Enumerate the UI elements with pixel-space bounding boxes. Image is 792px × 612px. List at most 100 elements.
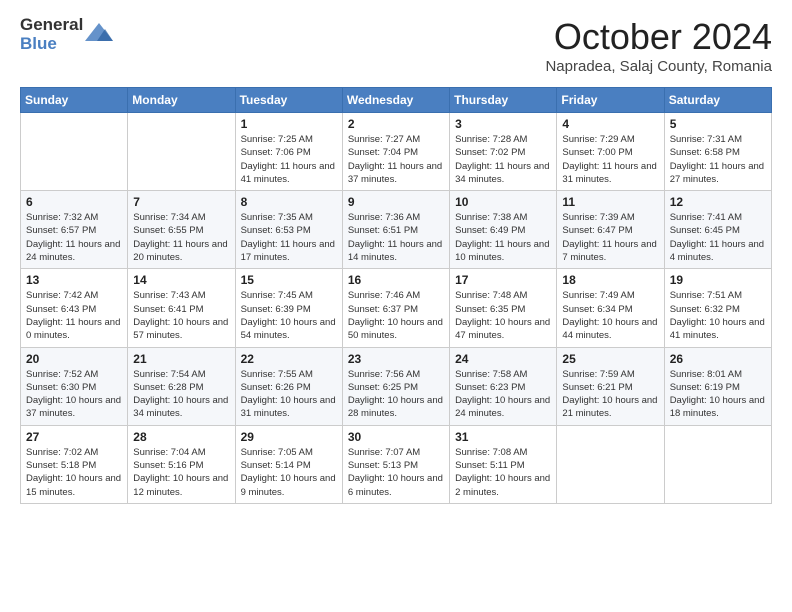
day-number: 24 xyxy=(455,352,551,366)
calendar-cell: 22Sunrise: 7:55 AM Sunset: 6:26 PM Dayli… xyxy=(235,347,342,425)
calendar-cell: 16Sunrise: 7:46 AM Sunset: 6:37 PM Dayli… xyxy=(342,269,449,347)
calendar-week-5: 27Sunrise: 7:02 AM Sunset: 5:18 PM Dayli… xyxy=(21,425,772,503)
day-info: Sunrise: 7:05 AM Sunset: 5:14 PM Dayligh… xyxy=(241,446,337,499)
day-number: 30 xyxy=(348,430,444,444)
day-info: Sunrise: 7:41 AM Sunset: 6:45 PM Dayligh… xyxy=(670,211,766,264)
day-number: 19 xyxy=(670,273,766,287)
day-info: Sunrise: 7:08 AM Sunset: 5:11 PM Dayligh… xyxy=(455,446,551,499)
calendar-cell: 1 Sunrise: 7:25 AM Sunset: 7:06 PM Daylig… xyxy=(235,113,342,191)
calendar-cell: 27Sunrise: 7:02 AM Sunset: 5:18 PM Dayli… xyxy=(21,425,128,503)
day-number: 9 xyxy=(348,195,444,209)
day-number: 21 xyxy=(133,352,229,366)
calendar-cell: 14 Sunrise: 7:43 AM Sunset: 6:41 PM Dayli… xyxy=(128,269,235,347)
calendar-cell: 17 Sunrise: 7:48 AM Sunset: 6:35 PM Dayli… xyxy=(450,269,557,347)
calendar-cell xyxy=(557,425,664,503)
day-header-thursday: Thursday xyxy=(450,88,557,113)
calendar-cell: 21 Sunrise: 7:54 AM Sunset: 6:28 PM Dayli… xyxy=(128,347,235,425)
day-number: 1 xyxy=(241,117,337,131)
day-number: 27 xyxy=(26,430,122,444)
day-number: 26 xyxy=(670,352,766,366)
day-header-wednesday: Wednesday xyxy=(342,88,449,113)
day-number: 17 xyxy=(455,273,551,287)
page-header: General Blue October 2024 Napradea, Sala… xyxy=(20,16,772,75)
calendar-cell: 6 Sunrise: 7:32 AM Sunset: 6:57 PM Daylig… xyxy=(21,191,128,269)
day-info: Sunrise: 7:25 AM Sunset: 7:06 PM Dayligh… xyxy=(241,133,337,186)
day-header-monday: Monday xyxy=(128,88,235,113)
day-number: 18 xyxy=(562,273,658,287)
calendar-cell: 31Sunrise: 7:08 AM Sunset: 5:11 PM Dayli… xyxy=(450,425,557,503)
day-info: Sunrise: 7:51 AM Sunset: 6:32 PM Dayligh… xyxy=(670,289,766,342)
day-info: Sunrise: 7:34 AM Sunset: 6:55 PM Dayligh… xyxy=(133,211,229,264)
day-number: 15 xyxy=(241,273,337,287)
title-area: October 2024 Napradea, Salaj County, Rom… xyxy=(545,16,772,75)
calendar-cell: 25 Sunrise: 7:59 AM Sunset: 6:21 PM Dayli… xyxy=(557,347,664,425)
calendar-cell: 11Sunrise: 7:39 AM Sunset: 6:47 PM Dayli… xyxy=(557,191,664,269)
day-info: Sunrise: 7:04 AM Sunset: 5:16 PM Dayligh… xyxy=(133,446,229,499)
day-number: 8 xyxy=(241,195,337,209)
day-info: Sunrise: 7:29 AM Sunset: 7:00 PM Dayligh… xyxy=(562,133,658,186)
calendar-cell: 29Sunrise: 7:05 AM Sunset: 5:14 PM Dayli… xyxy=(235,425,342,503)
day-info: Sunrise: 7:59 AM Sunset: 6:21 PM Dayligh… xyxy=(562,368,658,421)
calendar-cell: 9 Sunrise: 7:36 AM Sunset: 6:51 PM Daylig… xyxy=(342,191,449,269)
calendar-cell: 28Sunrise: 7:04 AM Sunset: 5:16 PM Dayli… xyxy=(128,425,235,503)
logo-text: General Blue xyxy=(20,16,83,53)
day-info: Sunrise: 7:32 AM Sunset: 6:57 PM Dayligh… xyxy=(26,211,122,264)
calendar-cell: 8 Sunrise: 7:35 AM Sunset: 6:53 PM Daylig… xyxy=(235,191,342,269)
day-info: Sunrise: 7:56 AM Sunset: 6:25 PM Dayligh… xyxy=(348,368,444,421)
calendar-cell: 24 Sunrise: 7:58 AM Sunset: 6:23 PM Dayli… xyxy=(450,347,557,425)
calendar-cell: 19 Sunrise: 7:51 AM Sunset: 6:32 PM Dayli… xyxy=(664,269,771,347)
day-info: Sunrise: 7:42 AM Sunset: 6:43 PM Dayligh… xyxy=(26,289,122,342)
day-header-sunday: Sunday xyxy=(21,88,128,113)
day-info: Sunrise: 8:01 AM Sunset: 6:19 PM Dayligh… xyxy=(670,368,766,421)
day-number: 3 xyxy=(455,117,551,131)
day-number: 22 xyxy=(241,352,337,366)
day-info: Sunrise: 7:58 AM Sunset: 6:23 PM Dayligh… xyxy=(455,368,551,421)
calendar-cell: 13 Sunrise: 7:42 AM Sunset: 6:43 PM Dayli… xyxy=(21,269,128,347)
day-number: 7 xyxy=(133,195,229,209)
day-info: Sunrise: 7:48 AM Sunset: 6:35 PM Dayligh… xyxy=(455,289,551,342)
location: Napradea, Salaj County, Romania xyxy=(545,58,772,75)
calendar-cell: 12 Sunrise: 7:41 AM Sunset: 6:45 PM Dayli… xyxy=(664,191,771,269)
day-info: Sunrise: 7:43 AM Sunset: 6:41 PM Dayligh… xyxy=(133,289,229,342)
calendar-body: 1 Sunrise: 7:25 AM Sunset: 7:06 PM Daylig… xyxy=(21,113,772,504)
calendar-week-3: 13 Sunrise: 7:42 AM Sunset: 6:43 PM Dayli… xyxy=(21,269,772,347)
day-number: 6 xyxy=(26,195,122,209)
logo-icon xyxy=(85,21,113,49)
day-info: Sunrise: 7:28 AM Sunset: 7:02 PM Dayligh… xyxy=(455,133,551,186)
calendar-cell xyxy=(128,113,235,191)
calendar-cell: 5 Sunrise: 7:31 AM Sunset: 6:58 PM Daylig… xyxy=(664,113,771,191)
day-number: 20 xyxy=(26,352,122,366)
day-info: Sunrise: 7:46 AM Sunset: 6:37 PM Dayligh… xyxy=(348,289,444,342)
day-header-tuesday: Tuesday xyxy=(235,88,342,113)
day-info: Sunrise: 7:27 AM Sunset: 7:04 PM Dayligh… xyxy=(348,133,444,186)
calendar-week-4: 20 Sunrise: 7:52 AM Sunset: 6:30 PM Dayli… xyxy=(21,347,772,425)
day-number: 4 xyxy=(562,117,658,131)
calendar-cell: 4 Sunrise: 7:29 AM Sunset: 7:00 PM Daylig… xyxy=(557,113,664,191)
day-info: Sunrise: 7:36 AM Sunset: 6:51 PM Dayligh… xyxy=(348,211,444,264)
day-number: 10 xyxy=(455,195,551,209)
day-info: Sunrise: 7:39 AM Sunset: 6:47 PM Dayligh… xyxy=(562,211,658,264)
day-number: 2 xyxy=(348,117,444,131)
day-number: 14 xyxy=(133,273,229,287)
day-number: 23 xyxy=(348,352,444,366)
calendar-cell: 7 Sunrise: 7:34 AM Sunset: 6:55 PM Daylig… xyxy=(128,191,235,269)
calendar-cell xyxy=(664,425,771,503)
day-number: 25 xyxy=(562,352,658,366)
calendar-cell: 23 Sunrise: 7:56 AM Sunset: 6:25 PM Dayli… xyxy=(342,347,449,425)
day-info: Sunrise: 7:52 AM Sunset: 6:30 PM Dayligh… xyxy=(26,368,122,421)
day-info: Sunrise: 7:31 AM Sunset: 6:58 PM Dayligh… xyxy=(670,133,766,186)
logo: General Blue xyxy=(20,16,113,53)
day-info: Sunrise: 7:38 AM Sunset: 6:49 PM Dayligh… xyxy=(455,211,551,264)
day-number: 5 xyxy=(670,117,766,131)
day-info: Sunrise: 7:54 AM Sunset: 6:28 PM Dayligh… xyxy=(133,368,229,421)
day-info: Sunrise: 7:35 AM Sunset: 6:53 PM Dayligh… xyxy=(241,211,337,264)
day-number: 13 xyxy=(26,273,122,287)
calendar-cell: 3 Sunrise: 7:28 AM Sunset: 7:02 PM Daylig… xyxy=(450,113,557,191)
calendar-table: SundayMondayTuesdayWednesdayThursdayFrid… xyxy=(20,87,772,504)
calendar-week-1: 1 Sunrise: 7:25 AM Sunset: 7:06 PM Daylig… xyxy=(21,113,772,191)
day-number: 12 xyxy=(670,195,766,209)
day-info: Sunrise: 7:45 AM Sunset: 6:39 PM Dayligh… xyxy=(241,289,337,342)
calendar-cell: 26 Sunrise: 8:01 AM Sunset: 6:19 PM Dayli… xyxy=(664,347,771,425)
calendar-week-2: 6 Sunrise: 7:32 AM Sunset: 6:57 PM Daylig… xyxy=(21,191,772,269)
calendar-cell xyxy=(21,113,128,191)
